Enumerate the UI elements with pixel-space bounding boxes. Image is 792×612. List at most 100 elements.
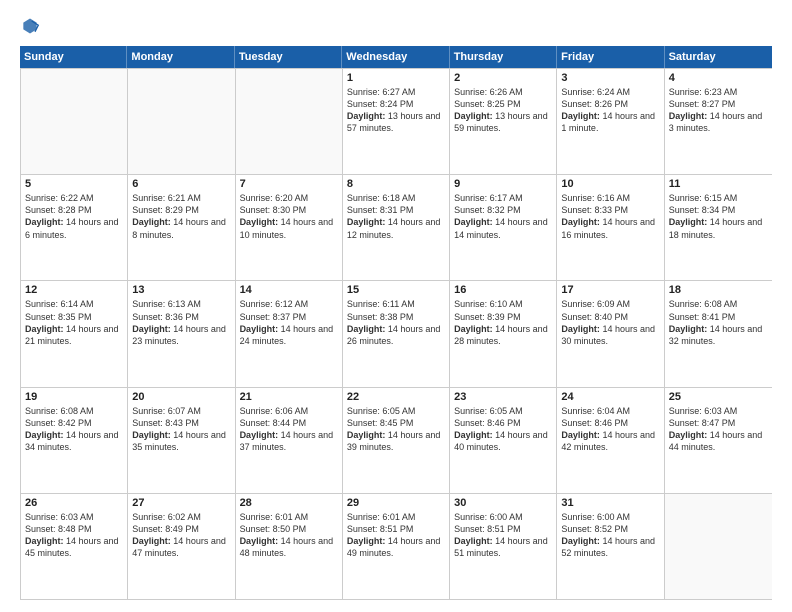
daylight-text: Daylight: 14 hours and 10 minutes.	[240, 216, 338, 240]
calendar-cell-empty-0-0	[21, 69, 128, 174]
day-number: 19	[25, 391, 123, 403]
day-of-week-monday: Monday	[127, 46, 234, 68]
daylight-text: Daylight: 14 hours and 12 minutes.	[347, 216, 445, 240]
daylight-text: Daylight: 14 hours and 35 minutes.	[132, 429, 230, 453]
daylight-text: Daylight: 14 hours and 49 minutes.	[347, 535, 445, 559]
daylight-text: Daylight: 14 hours and 52 minutes.	[561, 535, 659, 559]
page: SundayMondayTuesdayWednesdayThursdayFrid…	[0, 0, 792, 612]
calendar-cell-18: 18Sunrise: 6:08 AMSunset: 8:41 PMDayligh…	[665, 281, 772, 386]
day-number: 22	[347, 391, 445, 403]
calendar-cell-4: 4Sunrise: 6:23 AMSunset: 8:27 PMDaylight…	[665, 69, 772, 174]
sunset-text: Sunset: 8:32 PM	[454, 204, 552, 216]
day-of-week-tuesday: Tuesday	[235, 46, 342, 68]
sunrise-text: Sunrise: 6:24 AM	[561, 86, 659, 98]
day-number: 16	[454, 284, 552, 296]
sunset-text: Sunset: 8:40 PM	[561, 311, 659, 323]
sunset-text: Sunset: 8:52 PM	[561, 523, 659, 535]
sunrise-text: Sunrise: 6:07 AM	[132, 405, 230, 417]
calendar-body: 1Sunrise: 6:27 AMSunset: 8:24 PMDaylight…	[20, 68, 772, 600]
sunrise-text: Sunrise: 6:11 AM	[347, 298, 445, 310]
sunrise-text: Sunrise: 6:21 AM	[132, 192, 230, 204]
day-number: 1	[347, 72, 445, 84]
calendar-cell-9: 9 Sunrise: 6:17 AMSunset: 8:32 PMDaylight…	[450, 175, 557, 280]
calendar-cell-6: 6Sunrise: 6:21 AMSunset: 8:29 PMDaylight…	[128, 175, 235, 280]
daylight-text: Daylight: 14 hours and 37 minutes.	[240, 429, 338, 453]
sunrise-text: Sunrise: 6:00 AM	[561, 511, 659, 523]
calendar: SundayMondayTuesdayWednesdayThursdayFrid…	[20, 46, 772, 600]
calendar-cell-19: 19Sunrise: 6:08 AMSunset: 8:42 PMDayligh…	[21, 388, 128, 493]
day-number: 5	[25, 178, 123, 190]
calendar-cell-1: 1Sunrise: 6:27 AMSunset: 8:24 PMDaylight…	[343, 69, 450, 174]
sunset-text: Sunset: 8:46 PM	[561, 417, 659, 429]
day-number: 26	[25, 497, 123, 509]
day-number: 25	[669, 391, 768, 403]
sunrise-text: Sunrise: 6:17 AM	[454, 192, 552, 204]
day-number: 30	[454, 497, 552, 509]
sunset-text: Sunset: 8:39 PM	[454, 311, 552, 323]
logo-icon	[20, 16, 40, 36]
daylight-text: Daylight: 14 hours and 6 minutes.	[25, 216, 123, 240]
day-number: 18	[669, 284, 768, 296]
daylight-text: Daylight: 14 hours and 24 minutes.	[240, 323, 338, 347]
daylight-text: Daylight: 14 hours and 44 minutes.	[669, 429, 768, 453]
calendar-cell-5: 5 Sunrise: 6:22 AMSunset: 8:28 PMDaylight…	[21, 175, 128, 280]
sunset-text: Sunset: 8:28 PM	[25, 204, 123, 216]
sunrise-text: Sunrise: 6:22 AM	[25, 192, 123, 204]
day-number: 31	[561, 497, 659, 509]
sunrise-text: Sunrise: 6:23 AM	[669, 86, 768, 98]
sunrise-text: Sunrise: 6:03 AM	[669, 405, 768, 417]
calendar-row-5: 26Sunrise: 6:03 AMSunset: 8:48 PMDayligh…	[21, 493, 772, 599]
calendar-row-2: 5Sunrise: 6:22 AMSunset: 8:28 PMDaylight…	[21, 174, 772, 280]
day-of-week-thursday: Thursday	[450, 46, 557, 68]
day-number: 17	[561, 284, 659, 296]
sunrise-text: Sunrise: 6:15 AM	[669, 192, 768, 204]
day-number: 14	[240, 284, 338, 296]
calendar-cell-16: 16Sunrise: 6:10 AMSunset: 8:39 PMDayligh…	[450, 281, 557, 386]
calendar-cell-3: 3Sunrise: 6:24 AMSunset: 8:26 PMDaylight…	[557, 69, 664, 174]
sunrise-text: Sunrise: 6:20 AM	[240, 192, 338, 204]
day-number: 15	[347, 284, 445, 296]
day-number: 9	[454, 178, 552, 190]
calendar-cell-20: 20Sunrise: 6:07 AMSunset: 8:43 PMDayligh…	[128, 388, 235, 493]
sunset-text: Sunset: 8:34 PM	[669, 204, 768, 216]
day-number: 4	[669, 72, 768, 84]
sunrise-text: Sunrise: 6:04 AM	[561, 405, 659, 417]
day-number: 7	[240, 178, 338, 190]
sunrise-text: Sunrise: 6:01 AM	[240, 511, 338, 523]
calendar-cell-empty-0-1	[128, 69, 235, 174]
sunset-text: Sunset: 8:46 PM	[454, 417, 552, 429]
daylight-text: Daylight: 14 hours and 51 minutes.	[454, 535, 552, 559]
day-number: 8	[347, 178, 445, 190]
sunset-text: Sunset: 8:51 PM	[347, 523, 445, 535]
sunset-text: Sunset: 8:38 PM	[347, 311, 445, 323]
calendar-cell-7: 7Sunrise: 6:20 AMSunset: 8:30 PMDaylight…	[236, 175, 343, 280]
sunrise-text: Sunrise: 6:16 AM	[561, 192, 659, 204]
daylight-text: Daylight: 14 hours and 39 minutes.	[347, 429, 445, 453]
sunrise-text: Sunrise: 6:05 AM	[347, 405, 445, 417]
sunrise-text: Sunrise: 6:26 AM	[454, 86, 552, 98]
day-number: 27	[132, 497, 230, 509]
day-number: 23	[454, 391, 552, 403]
sunset-text: Sunset: 8:44 PM	[240, 417, 338, 429]
calendar-cell-13: 13Sunrise: 6:13 AMSunset: 8:36 PMDayligh…	[128, 281, 235, 386]
sunrise-text: Sunrise: 6:05 AM	[454, 405, 552, 417]
calendar-cell-empty-4-6	[665, 494, 772, 599]
daylight-text: Daylight: 14 hours and 16 minutes.	[561, 216, 659, 240]
daylight-text: Daylight: 14 hours and 14 minutes.	[454, 216, 552, 240]
sunset-text: Sunset: 8:51 PM	[454, 523, 552, 535]
calendar-cell-10: 10Sunrise: 6:16 AMSunset: 8:33 PMDayligh…	[557, 175, 664, 280]
sunset-text: Sunset: 8:24 PM	[347, 98, 445, 110]
calendar-cell-21: 21Sunrise: 6:06 AMSunset: 8:44 PMDayligh…	[236, 388, 343, 493]
day-of-week-friday: Friday	[557, 46, 664, 68]
daylight-text: Daylight: 14 hours and 48 minutes.	[240, 535, 338, 559]
calendar-cell-22: 22Sunrise: 6:05 AMSunset: 8:45 PMDayligh…	[343, 388, 450, 493]
sunrise-text: Sunrise: 6:08 AM	[669, 298, 768, 310]
calendar-cell-28: 28Sunrise: 6:01 AMSunset: 8:50 PMDayligh…	[236, 494, 343, 599]
calendar-cell-23: 23Sunrise: 6:05 AMSunset: 8:46 PMDayligh…	[450, 388, 557, 493]
calendar-cell-24: 24Sunrise: 6:04 AMSunset: 8:46 PMDayligh…	[557, 388, 664, 493]
day-number: 2	[454, 72, 552, 84]
daylight-text: Daylight: 14 hours and 34 minutes.	[25, 429, 123, 453]
calendar-cell-11: 11Sunrise: 6:15 AMSunset: 8:34 PMDayligh…	[665, 175, 772, 280]
day-number: 28	[240, 497, 338, 509]
sunrise-text: Sunrise: 6:00 AM	[454, 511, 552, 523]
